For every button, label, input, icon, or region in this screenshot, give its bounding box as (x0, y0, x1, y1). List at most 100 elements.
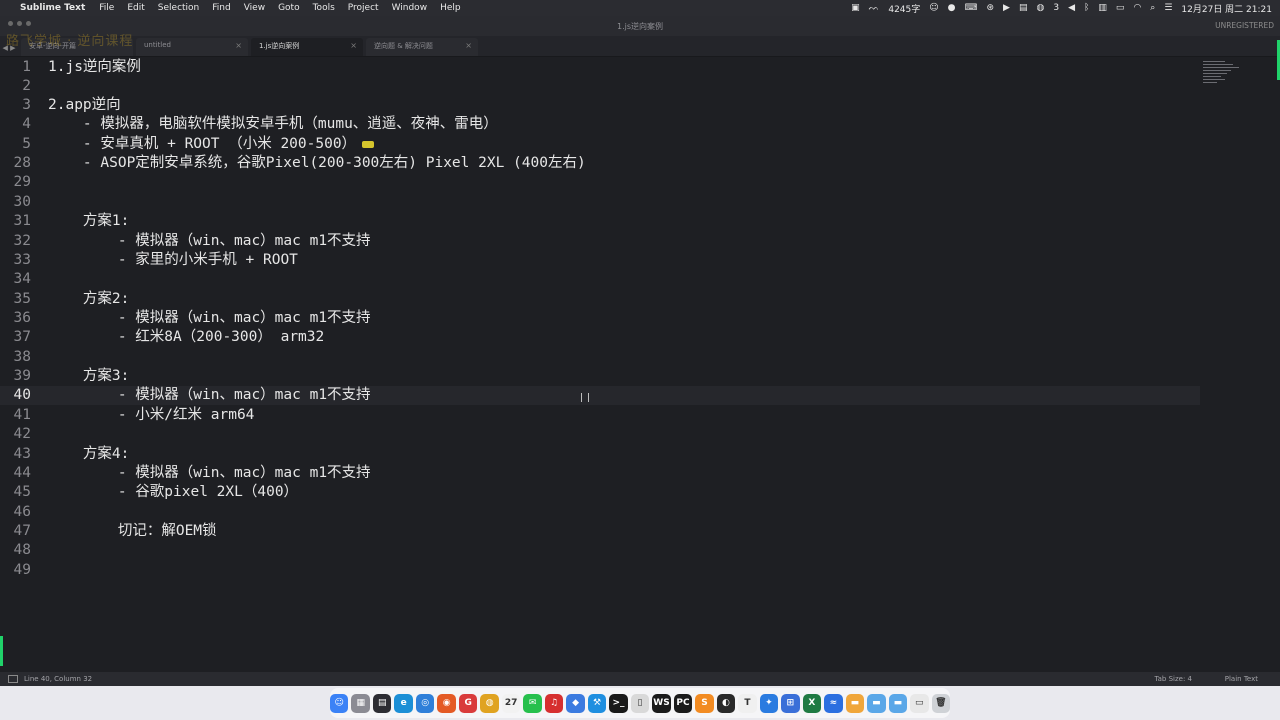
code-line[interactable]: 32 - 模拟器（win、mac）mac m1不支持 (0, 232, 1200, 251)
clock[interactable]: 12月27日 周二 21:21 (1181, 2, 1272, 15)
tab-reverse-questions[interactable]: 逆向题 & 解决问题 × (366, 38, 478, 56)
edge-icon[interactable]: e (394, 693, 413, 713)
code-line[interactable]: 45 - 谷歌pixel 2XL（400） (0, 483, 1200, 502)
code-line[interactable]: 3 2.app逆向 (0, 96, 1200, 115)
display-icon[interactable]: ▤ (1019, 3, 1028, 13)
trash-icon[interactable]: 🗑 (931, 693, 951, 713)
code-line[interactable]: 49 (0, 561, 1200, 580)
current-code-line[interactable]: 40 - 模拟器（win、mac）mac m1不支持 (0, 386, 1200, 405)
app-dark-icon[interactable]: ◐ (716, 693, 736, 713)
app-wave-icon[interactable]: ≈ (824, 693, 843, 713)
menu-goto[interactable]: Goto (278, 3, 300, 13)
excel-icon[interactable]: X (802, 693, 822, 713)
tab-js-reverse-cases[interactable]: 1.js逆向案例 × (251, 38, 363, 56)
sublime-icon[interactable]: S (695, 693, 714, 713)
app-compass-icon[interactable]: ✦ (759, 693, 779, 713)
code-line[interactable]: 37 - 红米8A（200-300） arm32 (0, 328, 1200, 347)
code-line[interactable]: 31 方案1: (0, 212, 1200, 231)
finder-icon[interactable]: ☺ (329, 693, 349, 713)
code-line[interactable]: 39 方案3: (0, 367, 1200, 386)
code-line[interactable]: 34 (0, 270, 1200, 289)
code-line[interactable]: 4 - 模拟器，电脑软件模拟安卓手机（mumu、逍遥、夜神、雷电） (0, 115, 1200, 134)
tab-untitled[interactable]: untitled × (136, 38, 248, 56)
code-line[interactable]: 44 - 模拟器（win、mac）mac m1不支持 (0, 464, 1200, 483)
control-icon[interactable]: ▥ (1098, 3, 1107, 13)
app-grid-icon[interactable]: ⊞ (781, 693, 800, 713)
code-line[interactable]: 47 切记：解OEM锁 (0, 522, 1200, 541)
code-line[interactable]: 28 - ASOP定制安卓系统，谷歌Pixel(200-300左右) Pixel… (0, 154, 1200, 173)
keyboard-icon[interactable]: ⌨ (965, 3, 978, 13)
editor-area[interactable]: 1 1.js逆向案例 2 3 2.app逆向 4 - 模拟器，电脑软件模拟安卓手机（… (0, 57, 1280, 672)
mission-control-icon[interactable]: ▤ (372, 693, 392, 713)
firefox-icon[interactable]: ◉ (437, 693, 456, 713)
code-line[interactable]: 41 - 小米/红米 arm64 (0, 406, 1200, 425)
menu-view[interactable]: View (244, 3, 265, 13)
syntax-selector[interactable]: Plain Text (1225, 675, 1258, 683)
code-line[interactable]: 38 (0, 348, 1200, 367)
app-blue-icon[interactable]: ◆ (566, 693, 585, 713)
search-icon[interactable]: ⌕ (1150, 3, 1155, 13)
notification-count[interactable]: 3 (1053, 3, 1059, 13)
code-line[interactable]: 29 (0, 173, 1200, 192)
minimap[interactable] (1203, 61, 1243, 97)
folder-2-icon[interactable]: ▬ (867, 693, 886, 713)
preview-icon[interactable]: ▯ (630, 693, 650, 713)
launchpad-icon[interactable]: ▦ (351, 693, 370, 713)
minimize-window-button[interactable] (17, 21, 22, 26)
code-line[interactable]: 43 方案4: (0, 445, 1200, 464)
fold-marker-icon[interactable] (362, 140, 375, 148)
menu-project[interactable]: Project (348, 3, 379, 13)
menu-find[interactable]: Find (212, 3, 230, 13)
app-logo-icon[interactable]: ᨓ (869, 3, 880, 13)
code-line[interactable]: 1 1.js逆向案例 (0, 58, 1200, 77)
code-line[interactable]: 36 - 模拟器（win、mac）mac m1不支持 (0, 309, 1200, 328)
app-menu[interactable]: Sublime Text (20, 3, 85, 13)
webstorm-icon[interactable]: WS (652, 693, 671, 713)
close-icon[interactable]: × (235, 41, 242, 50)
folder-3-icon[interactable]: ▬ (888, 693, 908, 713)
code-line[interactable]: 30 (0, 193, 1200, 212)
close-icon[interactable]: × (465, 41, 472, 50)
battery-icon[interactable]: ▭ (1116, 3, 1125, 13)
wifi-icon[interactable]: ◠ (1133, 3, 1141, 13)
zoom-window-button[interactable] (26, 21, 31, 26)
safari-icon[interactable]: ◎ (415, 693, 435, 713)
control-center-icon[interactable]: ☰ (1164, 3, 1172, 13)
code-line[interactable]: 35 方案2: (0, 290, 1200, 309)
chrome-icon[interactable]: ◍ (480, 693, 499, 713)
code-line[interactable]: 2 (0, 77, 1200, 96)
app-red-icon[interactable]: G (458, 693, 478, 713)
terminal-icon[interactable]: >_ (609, 693, 628, 713)
tab-size-selector[interactable]: Tab Size: 4 (1155, 675, 1192, 683)
menu-selection[interactable]: Selection (158, 3, 199, 13)
close-window-button[interactable] (8, 21, 13, 26)
panel-toggle-icon[interactable] (8, 675, 18, 683)
close-icon[interactable]: × (350, 41, 357, 50)
code-line[interactable]: 5 - 安卓真机 + ROOT （小米 200-500） (0, 135, 1200, 154)
network-icon[interactable]: ⊛ (987, 3, 995, 13)
xcode-icon[interactable]: ⚒ (587, 693, 607, 713)
wechat-icon[interactable]: ◍ (1036, 3, 1044, 13)
typora-icon[interactable]: T (738, 693, 757, 713)
file-icon[interactable]: ▭ (910, 693, 929, 713)
pycharm-icon[interactable]: PC (673, 693, 693, 713)
bluetooth-icon[interactable]: ᛒ (1084, 3, 1089, 13)
menu-file[interactable]: File (99, 3, 114, 13)
menu-help[interactable]: Help (440, 3, 461, 13)
folder-1-icon[interactable]: ▬ (845, 693, 865, 713)
face-icon[interactable]: ☺ (929, 3, 938, 13)
play-icon[interactable]: ▶ (1003, 3, 1010, 13)
menu-edit[interactable]: Edit (127, 3, 144, 13)
code-line[interactable]: 42 (0, 425, 1200, 444)
volume-icon[interactable]: ◀ (1068, 3, 1075, 13)
wechat-icon[interactable]: ✉ (523, 693, 542, 713)
menu-window[interactable]: Window (392, 3, 428, 13)
code-line[interactable]: 33 - 家里的小米手机 + ROOT (0, 251, 1200, 270)
calendar-icon[interactable]: 27 (501, 693, 521, 713)
screen-record-icon[interactable]: ▣ (851, 3, 860, 13)
word-count[interactable]: 4245字 (888, 2, 920, 15)
netease-music-icon[interactable]: ♫ (544, 693, 564, 713)
code-line[interactable]: 48 (0, 541, 1200, 560)
microphone-icon[interactable]: ● (948, 3, 956, 13)
menu-tools[interactable]: Tools (313, 3, 335, 13)
